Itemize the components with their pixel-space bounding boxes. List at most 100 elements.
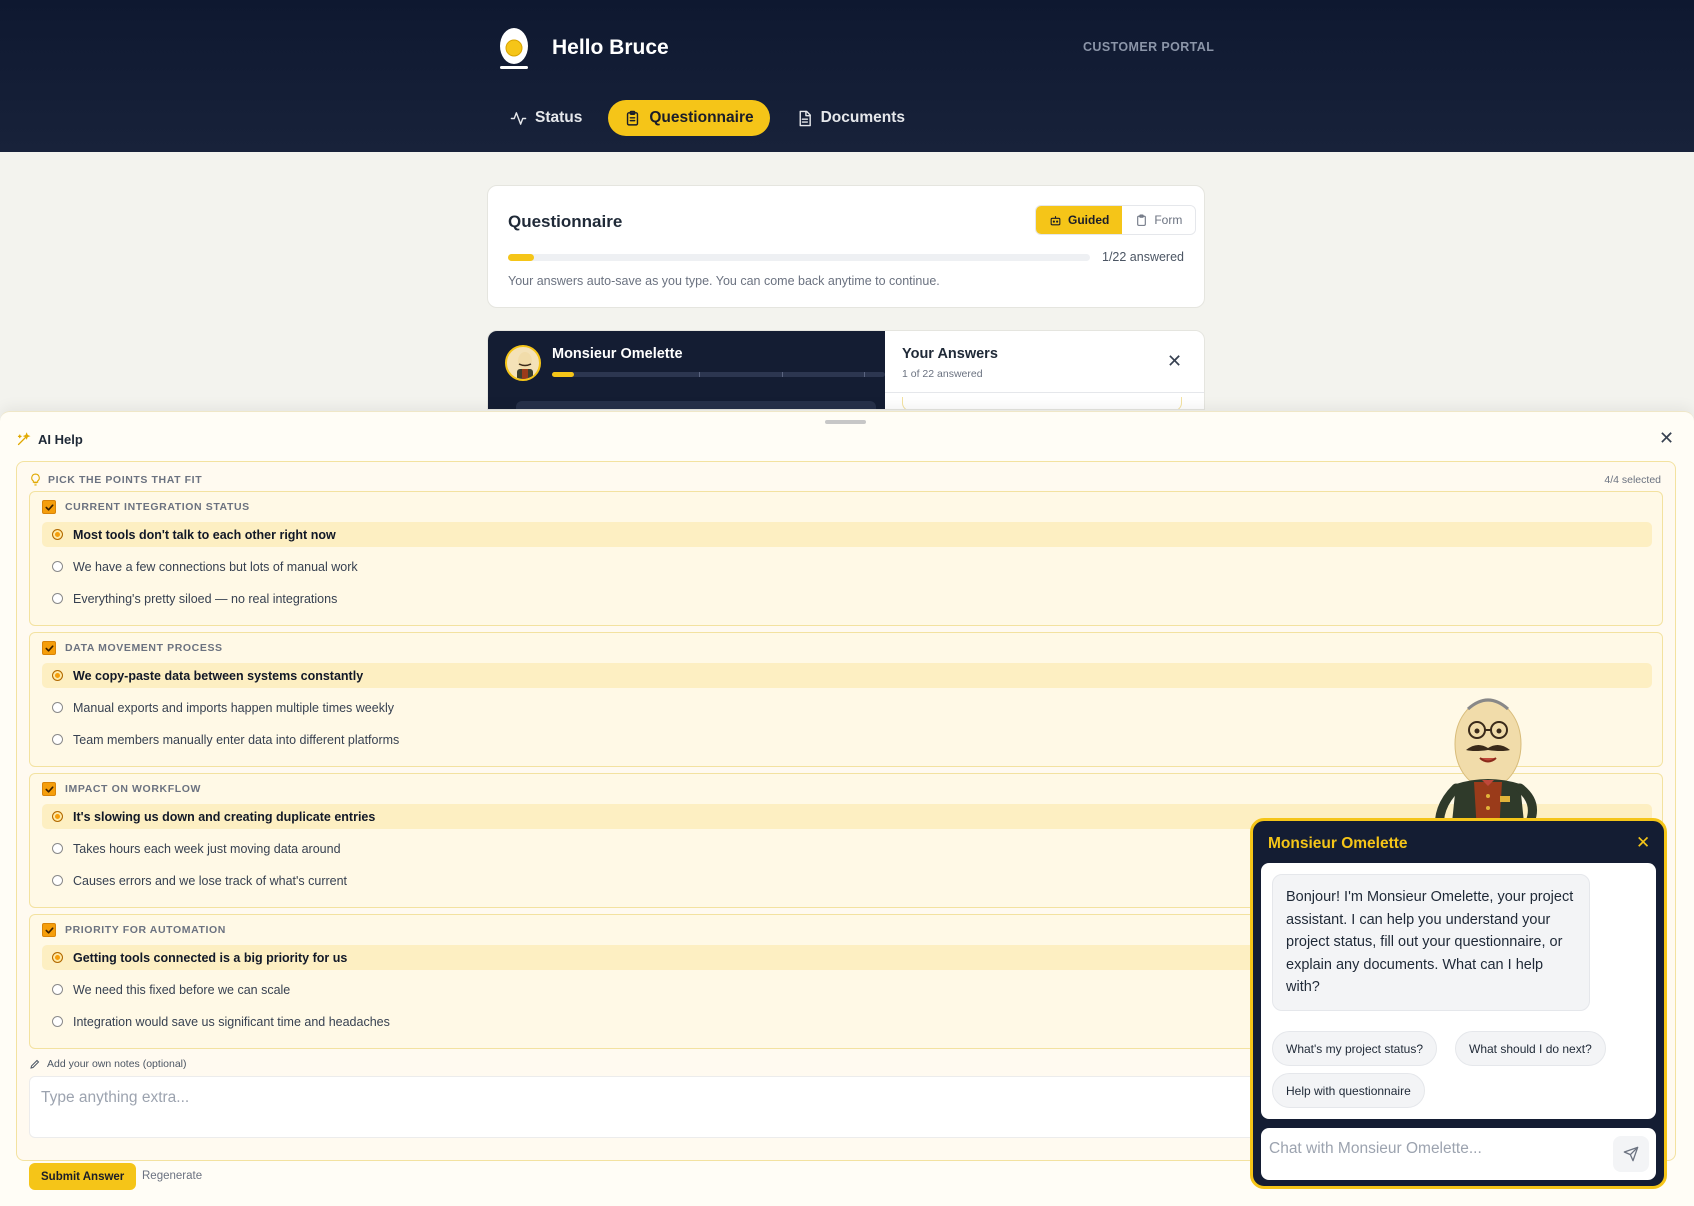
autosave-note: Your answers auto-save as you type. You … bbox=[508, 274, 940, 288]
option-item[interactable]: Most tools don't talk to each other righ… bbox=[42, 522, 1652, 547]
send-icon bbox=[1623, 1146, 1639, 1162]
questionnaire-card: Questionnaire Guided Form 1/22 answered … bbox=[487, 185, 1205, 308]
radio-button[interactable] bbox=[52, 811, 63, 822]
option-label: We have a few connections but lots of ma… bbox=[73, 559, 358, 574]
option-item[interactable]: Everything's pretty siloed — no real int… bbox=[42, 586, 1652, 611]
radio-button[interactable] bbox=[52, 734, 63, 745]
group-header[interactable]: IMPACT ON WORKFLOW bbox=[42, 782, 201, 796]
close-icon[interactable]: ✕ bbox=[1636, 834, 1650, 851]
progress-tick bbox=[864, 372, 865, 377]
point-group: CURRENT INTEGRATION STATUS Most tools do… bbox=[29, 491, 1663, 626]
tab-documents[interactable]: Documents bbox=[780, 100, 921, 136]
group-label: CURRENT INTEGRATION STATUS bbox=[65, 501, 250, 513]
progress-tick bbox=[699, 372, 700, 377]
group-checkbox[interactable] bbox=[42, 500, 56, 514]
close-icon[interactable]: ✕ bbox=[1659, 429, 1674, 447]
radio-button[interactable] bbox=[52, 593, 63, 604]
guided-assistant-pane: Monsieur Omelette bbox=[488, 331, 885, 409]
radio-button[interactable] bbox=[52, 670, 63, 681]
option-item[interactable]: We have a few connections but lots of ma… bbox=[42, 554, 1652, 579]
tab-documents-label: Documents bbox=[820, 109, 905, 126]
activity-icon bbox=[510, 111, 527, 125]
chat-messages: Bonjour! I'm Monsieur Omelette, your pro… bbox=[1261, 863, 1656, 1119]
guided-progress-fill bbox=[552, 372, 574, 377]
page-title: Questionnaire bbox=[508, 212, 623, 231]
send-button[interactable] bbox=[1613, 1136, 1649, 1172]
option-item[interactable]: We copy-paste data between systems const… bbox=[42, 663, 1652, 688]
divider bbox=[885, 392, 1204, 393]
option-item[interactable]: Manual exports and imports happen multip… bbox=[42, 695, 1652, 720]
option-label: Team members manually enter data into di… bbox=[73, 732, 400, 747]
radio-button[interactable] bbox=[52, 875, 63, 886]
check-icon bbox=[44, 503, 54, 511]
guided-mode-label: Guided bbox=[1068, 213, 1110, 227]
radio-button[interactable] bbox=[52, 1016, 63, 1027]
radio-button[interactable] bbox=[52, 561, 63, 572]
drag-handle[interactable] bbox=[825, 420, 866, 424]
option-label: Everything's pretty siloed — no real int… bbox=[73, 591, 338, 606]
regenerate-button[interactable]: Regenerate bbox=[142, 1170, 202, 1182]
notes-label-text: Add your own notes (optional) bbox=[47, 1058, 187, 1070]
group-checkbox[interactable] bbox=[42, 641, 56, 655]
radio-button[interactable] bbox=[52, 702, 63, 713]
radio-button[interactable] bbox=[52, 984, 63, 995]
option-label: Getting tools connected is a big priorit… bbox=[73, 950, 348, 965]
clipboard-icon bbox=[627, 110, 639, 126]
top-header: Hello Bruce CUSTOMER PORTAL Status Quest… bbox=[0, 0, 1694, 152]
point-group: DATA MOVEMENT PROCESS We copy-paste data… bbox=[29, 632, 1663, 767]
questionnaire-progress-bar bbox=[508, 254, 1090, 261]
submit-answer-button[interactable]: Submit Answer bbox=[29, 1163, 137, 1190]
sparkle-wand-icon bbox=[17, 432, 31, 446]
group-label: PRIORITY FOR AUTOMATION bbox=[65, 924, 226, 936]
notes-label: Add your own notes (optional) bbox=[29, 1058, 187, 1070]
option-label: We need this fixed before we can scale bbox=[73, 982, 291, 997]
ai-help-header: AI Help bbox=[16, 432, 83, 447]
group-header[interactable]: CURRENT INTEGRATION STATUS bbox=[42, 500, 250, 514]
answer-item[interactable] bbox=[902, 397, 1182, 409]
assistant-avatar bbox=[505, 345, 541, 381]
egg-icon bbox=[494, 24, 534, 72]
lightbulb-icon bbox=[31, 473, 40, 486]
chat-input[interactable]: Chat with Monsieur Omelette... bbox=[1269, 1140, 1482, 1158]
questionnaire-progress-fill bbox=[508, 254, 535, 261]
radio-button[interactable] bbox=[52, 843, 63, 854]
guided-assistant-name: Monsieur Omelette bbox=[552, 346, 683, 362]
option-label: Integration would save us significant ti… bbox=[73, 1014, 390, 1029]
group-label: DATA MOVEMENT PROCESS bbox=[65, 642, 223, 654]
option-label: Takes hours each week just moving data a… bbox=[73, 841, 341, 856]
close-icon[interactable]: ✕ bbox=[1167, 352, 1182, 370]
tab-questionnaire-label: Questionnaire bbox=[649, 109, 754, 126]
mode-toggle: Guided Form bbox=[1035, 205, 1197, 235]
group-label: IMPACT ON WORKFLOW bbox=[65, 783, 202, 795]
guided-question-card bbox=[516, 401, 876, 409]
group-checkbox[interactable] bbox=[42, 923, 56, 937]
clipboard-icon bbox=[1137, 214, 1147, 226]
guided-progress-bar bbox=[552, 372, 885, 377]
tab-questionnaire[interactable]: Questionnaire bbox=[608, 100, 770, 136]
radio-button[interactable] bbox=[52, 529, 63, 540]
suggestion-chip[interactable]: What's my project status? bbox=[1272, 1031, 1438, 1066]
check-icon bbox=[44, 926, 54, 934]
main-nav: Status Questionnaire Documents bbox=[494, 100, 921, 136]
greeting: Hello Bruce bbox=[552, 36, 669, 59]
group-checkbox[interactable] bbox=[42, 782, 56, 796]
option-item[interactable]: Team members manually enter data into di… bbox=[42, 727, 1652, 752]
pick-points-label: PICK THE POINTS THAT FIT bbox=[48, 473, 203, 486]
answers-title: Your Answers bbox=[902, 346, 998, 362]
suggestion-chip[interactable]: Help with questionnaire bbox=[1272, 1073, 1425, 1108]
chat-input-box[interactable]: Chat with Monsieur Omelette... bbox=[1261, 1128, 1656, 1180]
group-header[interactable]: PRIORITY FOR AUTOMATION bbox=[42, 923, 226, 937]
guided-mode-button[interactable]: Guided bbox=[1036, 206, 1123, 234]
portal-label: CUSTOMER PORTAL bbox=[1083, 40, 1215, 54]
check-icon bbox=[44, 785, 54, 793]
suggestion-chip[interactable]: What should I do next? bbox=[1455, 1031, 1606, 1066]
form-mode-button[interactable]: Form bbox=[1122, 206, 1196, 234]
radio-button[interactable] bbox=[52, 952, 63, 963]
answers-count: 1 of 22 answered bbox=[902, 368, 983, 380]
tab-status[interactable]: Status bbox=[494, 100, 598, 136]
chat-title: Monsieur Omelette bbox=[1268, 835, 1408, 852]
guided-panel: Monsieur Omelette Your Answers 1 of 22 a… bbox=[487, 330, 1205, 410]
ai-help-title: AI Help bbox=[38, 432, 83, 447]
group-header[interactable]: DATA MOVEMENT PROCESS bbox=[42, 641, 223, 655]
answered-count: 1/22 answered bbox=[1102, 250, 1185, 264]
